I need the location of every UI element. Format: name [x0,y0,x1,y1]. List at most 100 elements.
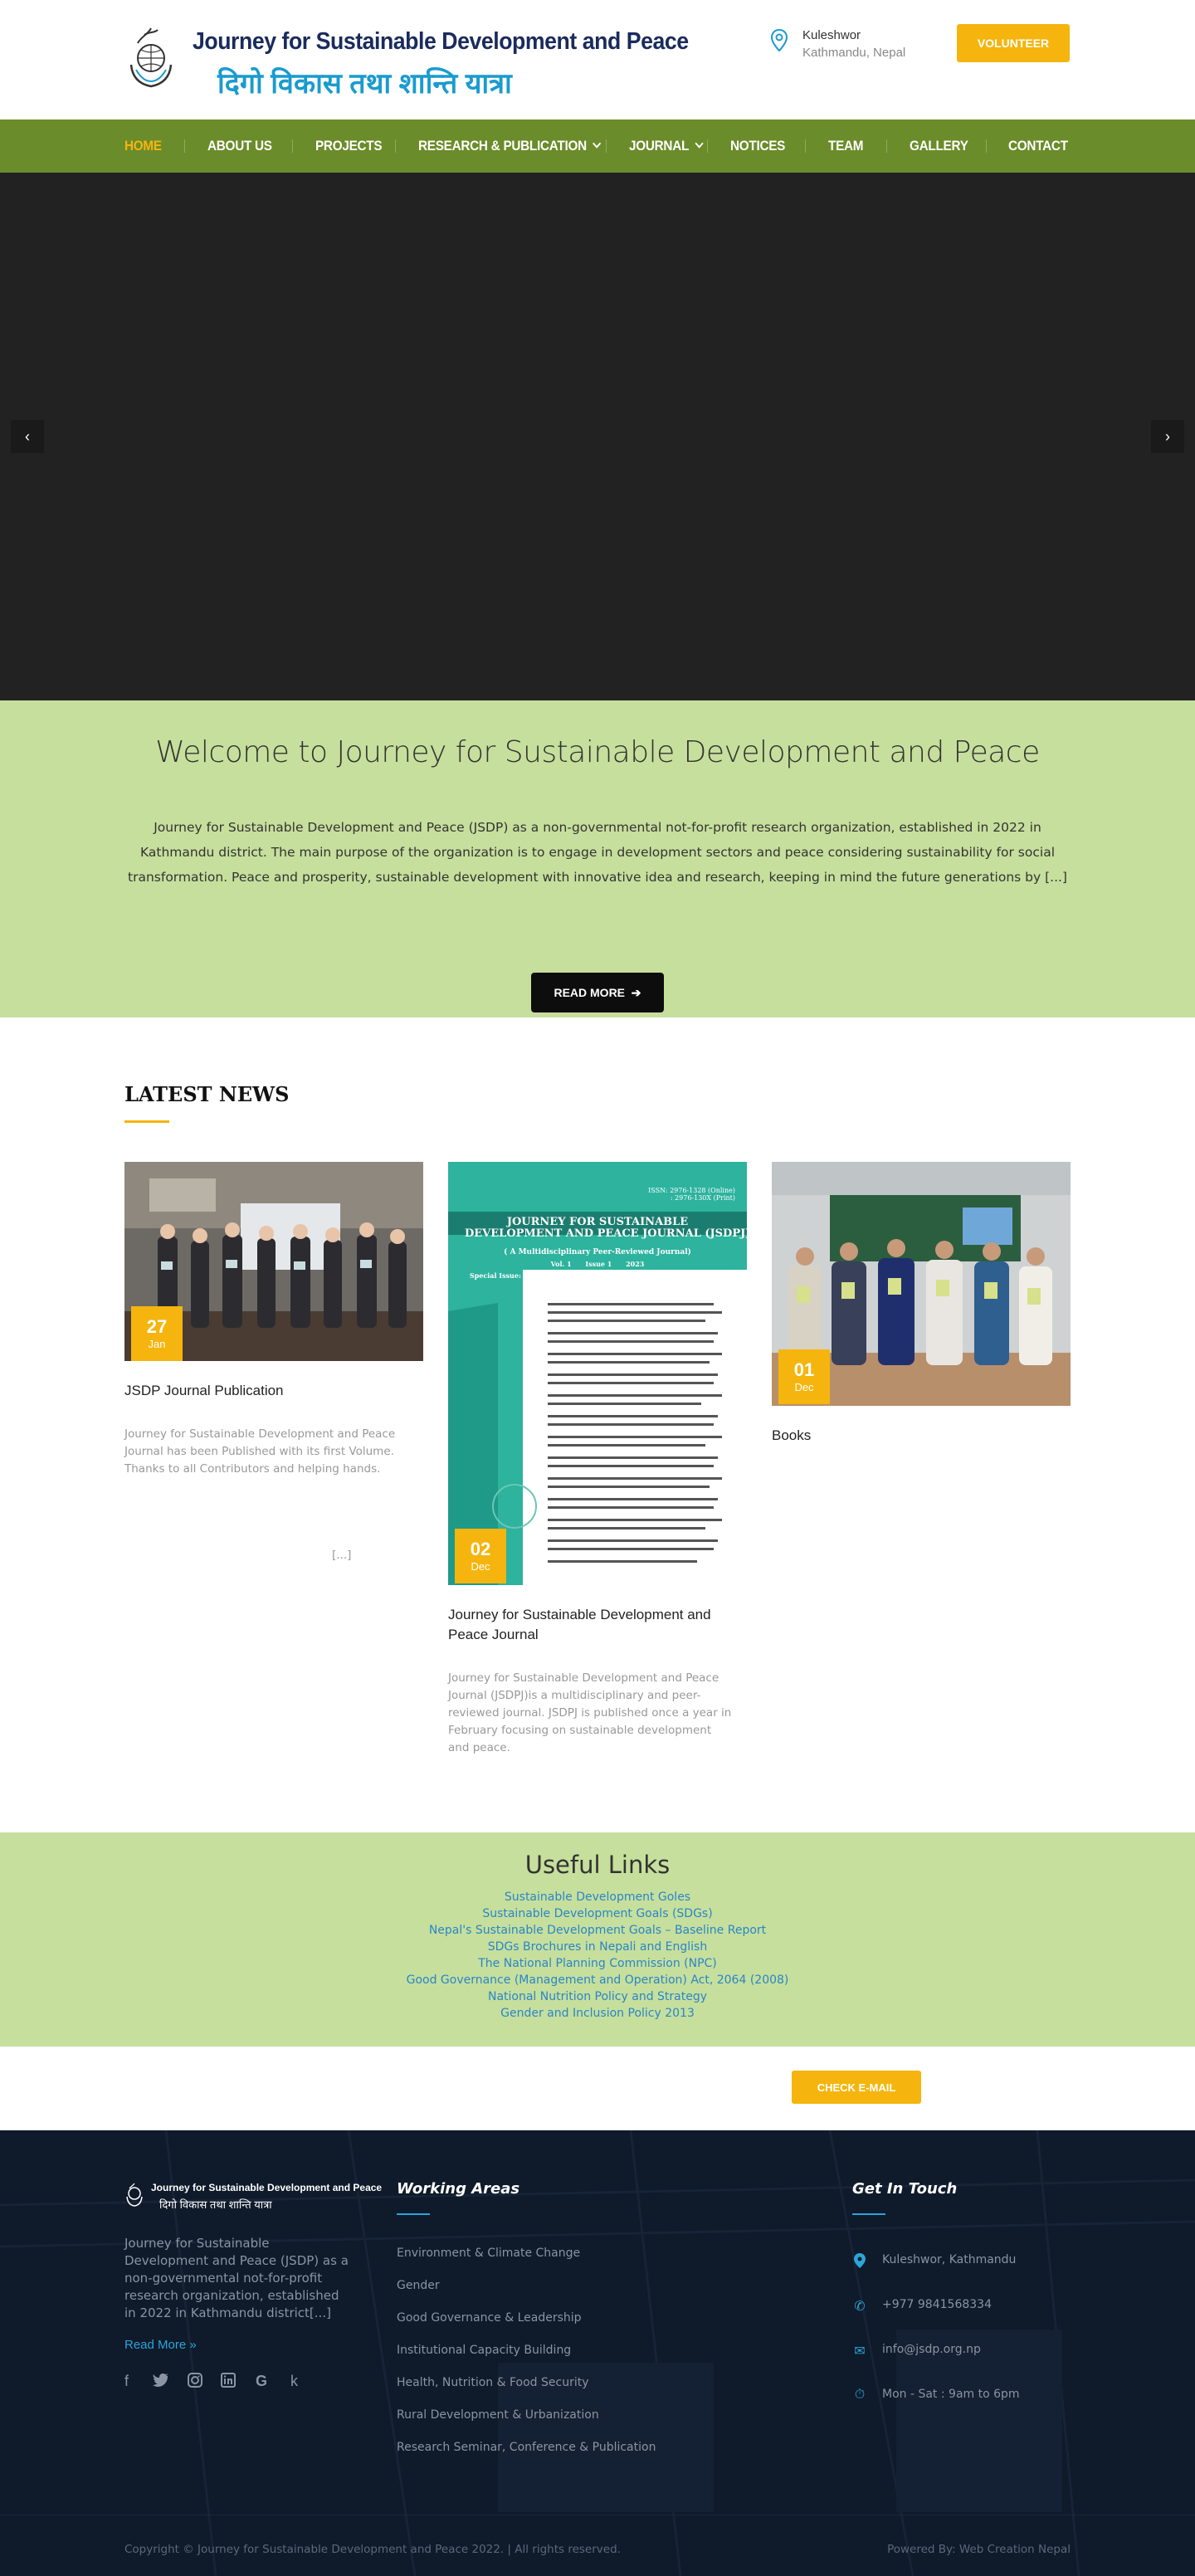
site-footer: Journey for Sustainable Development and … [0,2130,1195,2576]
date-month: Dec [794,1381,814,1393]
date-day: 01 [793,1359,815,1380]
heading-underline [852,2213,885,2215]
slider-prev-button[interactable]: ‹ [11,420,44,453]
contact-hours-text: Mon - Sat : 9am to 6pm [882,2388,1020,2401]
location-pin-icon [770,28,788,52]
footer-logo-text-english: Journey for Sustainable Development and … [151,2182,383,2193]
slider-next-button[interactable]: › [1151,420,1184,453]
footer-about-text: Journey for Sustainable Development and … [124,2236,349,2320]
date-month: Dec [471,1560,490,1573]
nav-item-contact[interactable]: CONTACT [1008,120,1068,173]
news-title-journal[interactable]: Journey for Sustainable Development and … [448,1605,747,1645]
news-image-journal-cover[interactable]: ISSN: 2976-1328 (Online) : 2976-130X (Pr… [448,1162,747,1585]
footer-logo-text-nepali: दिगो विकास तथा शान्ति यात्रा [159,2198,272,2211]
date-day: 02 [470,1539,491,1559]
date-day: 27 [146,1316,168,1337]
journal-cover-special: Special Issue: Governance, Innovation an… [469,1271,726,1280]
copyright-text: Copyright © Journey for Sustainable Deve… [124,2543,621,2556]
welcome-section: Welcome to Journey for Sustainable Devel… [0,700,1195,1017]
facebook-icon[interactable]: f [124,2373,129,2390]
nav-divider [805,139,806,153]
date-badge: 02 Dec [455,1529,506,1583]
working-areas-heading: Working Areas [397,2180,520,2198]
working-area-link[interactable]: Gender [397,2279,656,2311]
logo-emblem-icon[interactable] [124,23,178,98]
read-more-button[interactable]: READ MORE ➔ [531,973,664,1012]
useful-link[interactable]: Sustainable Development Goals (SDGs) [0,1905,1195,1922]
useful-link[interactable]: National Nutrition Policy and Strategy [0,1988,1195,2005]
working-area-link[interactable]: Good Governance & Leadership [397,2311,656,2344]
nav-item-team[interactable]: TEAM [828,120,864,173]
useful-links-section: Useful Links Sustainable Development Gol… [0,1832,1195,2047]
logo-text-english[interactable]: Journey for Sustainable Development and … [193,28,689,56]
stopwatch-icon: ⏱ [854,2388,866,2402]
nav-item-research-publication-label: RESEARCH & PUBLICATION [418,138,587,154]
heading-underline [124,1120,169,1123]
useful-link[interactable]: SDGs Brochures in Nepali and English [0,1939,1195,1955]
news-title-jsdp-publication[interactable]: JSDP Journal Publication [124,1381,423,1401]
working-area-link[interactable]: Environment & Climate Change [397,2247,656,2279]
date-month: Jan [148,1338,166,1350]
twitter-icon[interactable] [153,2373,169,2392]
date-badge: 27 Jan [131,1306,183,1361]
arrow-right-icon: ➔ [631,985,641,999]
useful-link[interactable]: Nepal's Sustainable Development Goals – … [0,1922,1195,1939]
nav-item-gallery[interactable]: GALLERY [910,120,968,173]
working-area-link[interactable]: Institutional Capacity Building [397,2344,656,2376]
contact-address-text: Kuleshwor, Kathmandu [882,2253,1017,2266]
nav-item-research-publication[interactable]: RESEARCH & PUBLICATION [418,120,602,173]
hero-slider: ‹ › [0,173,1195,700]
chevron-left-icon: ‹ [25,428,30,445]
useful-links-list: Sustainable Development Goles Sustainabl… [0,1889,1195,2022]
linkedin-icon[interactable] [221,2373,236,2392]
nav-divider [986,139,987,153]
powered-by-link[interactable]: Powered By: Web Creation Nepal [887,2543,1071,2556]
volunteer-button[interactable]: VOLUNTEER [957,24,1070,62]
nav-divider [707,139,708,153]
footer-read-more-link[interactable]: Read More » [124,2338,197,2352]
header-location-line1: Kuleshwor [802,28,861,42]
news-excerpt-more[interactable]: [...] [332,1547,351,1564]
nav-item-projects[interactable]: PROJECTS [315,120,383,173]
footer-logo-emblem-icon [126,2183,143,2207]
envelope-icon: ✉ [854,2344,866,2359]
welcome-body: Journey for Sustainable Development and … [128,820,1067,885]
useful-links-heading: Useful Links [524,1851,671,1879]
chevron-down-icon [695,139,704,149]
nav-item-journal[interactable]: JOURNAL [629,120,704,173]
nav-item-about-us[interactable]: ABOUT US [207,120,272,173]
news-title-books[interactable]: Books [772,1426,1071,1446]
nav-divider [886,139,887,153]
journal-cover-subtitle: ( A Multidisciplinary Peer-Reviewed Jour… [504,1248,691,1256]
nav-item-notices[interactable]: NOTICES [730,120,785,173]
news-excerpt: Journey for Sustainable Development and … [448,1671,732,1754]
nav-item-journal-label: JOURNAL [629,138,690,154]
working-areas-list: Environment & Climate Change Gender Good… [397,2247,656,2473]
journal-cover-issn: ISSN: 2976-1328 (Online) : 2976-130X (Pr… [648,1187,735,1202]
k-icon[interactable]: k [290,2373,298,2390]
nav-divider [184,139,185,153]
nav-divider [292,139,293,153]
useful-link[interactable]: Sustainable Development Goles [0,1889,1195,1905]
header-location-line2: Kathmandu, Nepal [802,46,906,60]
useful-link[interactable]: Gender and Inclusion Policy 2013 [0,2005,1195,2022]
google-icon[interactable]: G [256,2373,267,2390]
chevron-right-icon: › [1165,428,1170,445]
nav-item-home[interactable]: HOME [124,120,162,173]
contact-email-text: info@jsdp.org.np [882,2343,981,2356]
double-chevron-right-icon: » [189,2338,197,2352]
working-area-link[interactable]: Health, Nutrition & Food Security [397,2376,656,2408]
check-email-button[interactable]: CHECK E-MAIL [792,2071,921,2104]
useful-link[interactable]: The National Planning Commission (NPC) [0,1955,1195,1972]
logo-text-nepali[interactable]: दिगो विकास तथा शान्ति यात्रा [217,63,512,101]
journal-cover-volume: Vol. 1 Issue 1 2023 [550,1260,645,1268]
working-area-link[interactable]: Research Seminar, Conference & Publicati… [397,2441,656,2473]
chevron-down-icon [593,139,602,149]
working-area-link[interactable]: Rural Development & Urbanization [397,2408,656,2441]
date-badge: 01 Dec [778,1349,830,1404]
useful-link[interactable]: Good Governance (Management and Operatio… [0,1972,1195,1988]
welcome-title: Welcome to Journey for Sustainable Devel… [155,735,1040,769]
heading-underline [397,2213,430,2215]
instagram-icon[interactable] [188,2373,202,2392]
site-header: Journey for Sustainable Development and … [0,0,1195,120]
